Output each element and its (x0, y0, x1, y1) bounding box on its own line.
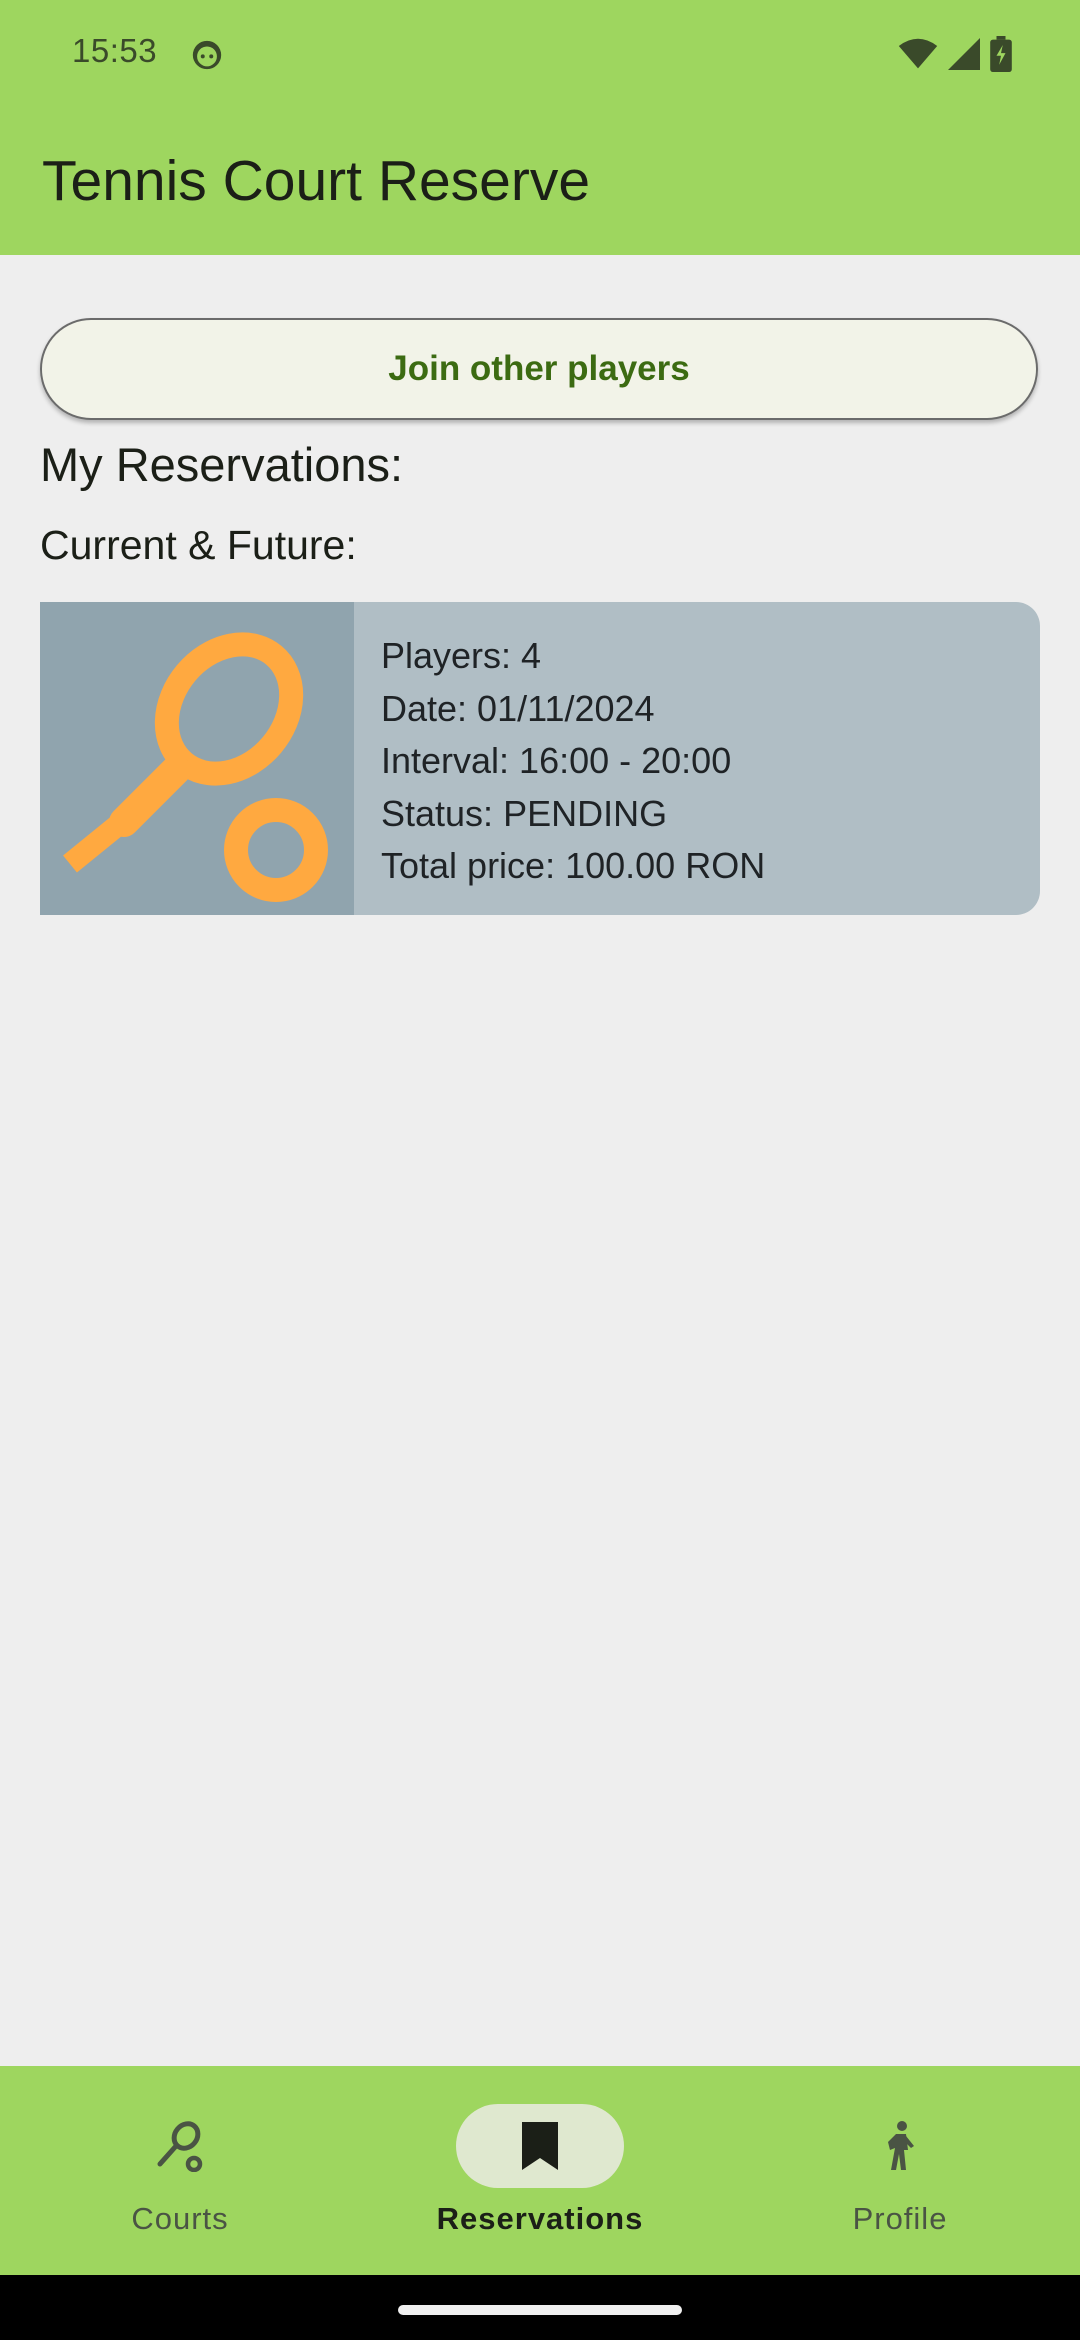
nav-label-profile: Profile (852, 2201, 948, 2236)
tennis-racket-icon (157, 2121, 203, 2172)
gesture-navigation-area (0, 2275, 1080, 2340)
reservation-status: Status: PENDING (381, 792, 668, 834)
app-bar: Tennis Court Reserve (0, 108, 1080, 255)
reservation-card-image (40, 602, 354, 915)
status-bar: 15:53 (0, 0, 1080, 108)
reservation-date: Date: 01/11/2024 (381, 687, 655, 729)
tennis-racket-ball-icon (63, 632, 328, 902)
nav-item-profile[interactable]: Profile (720, 2066, 1080, 2275)
status-time: 15:53 (72, 32, 158, 69)
reservation-interval: Interval: 16:00 - 20:00 (381, 740, 732, 781)
reservation-card[interactable]: Players: 4 Date: 01/11/2024 Interval: 16… (40, 602, 1040, 915)
current-future-title: Current & Future: (40, 522, 357, 568)
nav-label-courts: Courts (131, 2201, 229, 2236)
nav-label-reservations: Reservations (436, 2201, 644, 2236)
app-title: Tennis Court Reserve (42, 149, 591, 213)
bottom-navigation: Courts Reservations Profile (0, 2066, 1080, 2275)
wifi-icon (898, 38, 938, 69)
status-icons (898, 34, 1012, 74)
reservation-details: Players: 4 Date: 01/11/2024 Interval: 16… (381, 630, 765, 893)
gesture-handle[interactable] (398, 2305, 682, 2315)
walking-person-icon (888, 2121, 914, 2170)
signal-icon (948, 38, 980, 70)
join-button-label: Join other players (388, 349, 690, 388)
face-icon (192, 40, 222, 70)
join-other-players-button[interactable]: Join other players (40, 318, 1038, 420)
nav-item-reservations[interactable]: Reservations (360, 2066, 720, 2275)
nav-item-courts[interactable]: Courts (0, 2066, 360, 2275)
reservation-players: Players: 4 (381, 635, 542, 676)
battery-icon (990, 36, 1012, 72)
reservation-price: Total price: 100.00 RON (381, 845, 766, 886)
my-reservations-title: My Reservations: (40, 438, 404, 491)
bookmark-icon (522, 2122, 558, 2170)
